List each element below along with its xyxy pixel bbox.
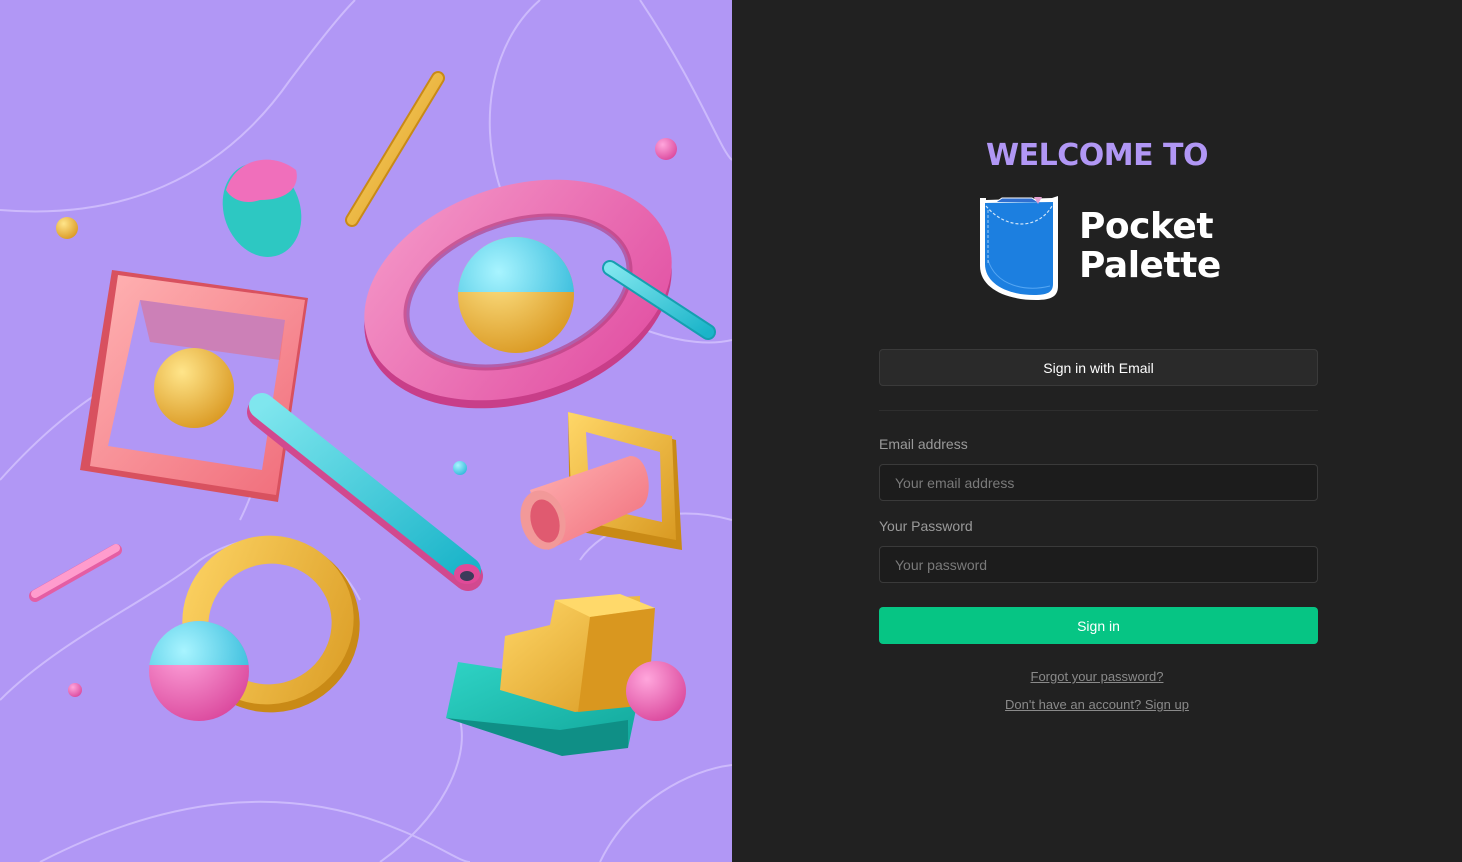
auth-panel: WELCOME TO Pocket Palette Sign in with E… [732,0,1462,862]
email-label: Email address [879,436,968,452]
welcome-heading: WELCOME TO [986,138,1208,173]
hero-illustration-panel [0,0,732,862]
password-input[interactable] [879,546,1318,583]
pocket-icon [980,196,1058,300]
sign-up-link[interactable]: Don't have an account? Sign up [732,697,1462,712]
divider [879,410,1318,411]
brand-name-line2: Palette [1079,245,1221,286]
password-label: Your Password [879,518,973,534]
brand-name: Pocket Palette [1079,207,1221,285]
brand-name-line1: Pocket [1079,206,1214,247]
forgot-password-link[interactable]: Forgot your password? [732,669,1462,684]
sign-in-button[interactable]: Sign in [879,607,1318,644]
sign-in-with-email-button[interactable]: Sign in with Email [879,349,1318,386]
email-input[interactable] [879,464,1318,501]
abstract-3d-shapes-illustration [0,0,732,862]
